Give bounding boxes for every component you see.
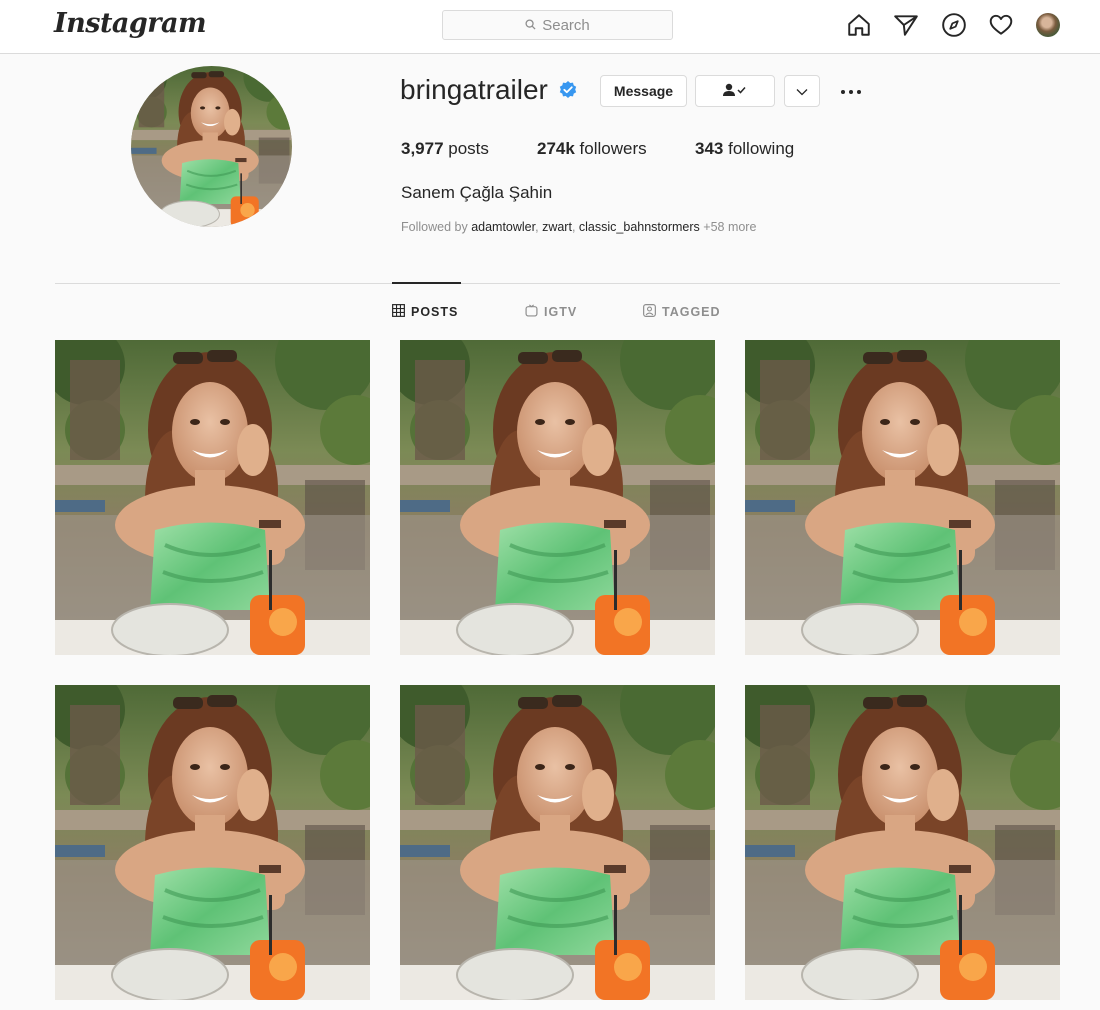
explore-icon[interactable] [941, 12, 967, 38]
followed-by-more[interactable]: +58 more [700, 220, 756, 234]
tab-igtv[interactable]: IGTV [525, 304, 577, 320]
top-navigation-bar: Instagram Search [0, 0, 1100, 54]
search-placeholder: Search [542, 16, 590, 34]
followed-by-account[interactable]: adamtowler [471, 220, 535, 234]
more-horizontal-icon[interactable] [838, 82, 864, 102]
profile-picture[interactable] [131, 66, 292, 227]
following-label: following [723, 139, 795, 158]
person-check-icon [722, 83, 748, 100]
post-thumbnail[interactable] [400, 685, 715, 1000]
igtv-icon [525, 304, 538, 320]
home-icon[interactable] [846, 12, 872, 38]
tab-posts[interactable]: POSTS [392, 304, 458, 320]
message-button[interactable]: Message [600, 75, 687, 107]
tab-posts-label: POSTS [411, 305, 459, 319]
following-count: 343 [695, 139, 724, 158]
verified-badge-icon [558, 80, 578, 100]
tab-tagged-label: TAGGED [662, 305, 721, 319]
tabs-divider [55, 283, 1060, 284]
activity-heart-icon[interactable] [988, 12, 1014, 38]
profile-avatar[interactable] [1036, 13, 1060, 37]
followed-by-prefix: Followed by [401, 220, 472, 234]
suggested-accounts-dropdown-button[interactable] [784, 75, 820, 107]
followers-stat-link[interactable]: 274k followers [537, 139, 647, 159]
search-icon [525, 17, 536, 34]
followers-label: followers [574, 139, 647, 158]
chevron-down-icon [796, 83, 808, 99]
post-thumbnail[interactable] [745, 340, 1060, 655]
posts-count: 3,977 [401, 139, 444, 158]
followed-by-line[interactable]: Followed by adamtowler, zwart, classic_b… [401, 220, 756, 234]
direct-icon[interactable] [893, 12, 919, 38]
search-input[interactable]: Search [442, 10, 673, 40]
following-button[interactable] [695, 75, 775, 107]
profile-username: bringatrailer [400, 74, 548, 105]
following-stat-link[interactable]: 343 following [695, 139, 794, 159]
post-thumbnail[interactable] [400, 340, 715, 655]
post-thumbnail[interactable] [55, 685, 370, 1000]
tab-igtv-label: IGTV [544, 305, 578, 319]
tab-tagged[interactable]: TAGGED [643, 304, 721, 320]
tagged-icon [643, 304, 656, 320]
instagram-logo[interactable]: Instagram [54, 8, 207, 39]
followed-by-account[interactable]: classic_bahnstormers [579, 220, 700, 234]
post-thumbnail[interactable] [745, 685, 1060, 1000]
posts-label: posts [443, 139, 489, 158]
active-tab-indicator [392, 282, 461, 284]
posts-count-stat: 3,977 posts [401, 139, 489, 159]
followers-count: 274k [537, 139, 575, 158]
grid-icon [392, 304, 405, 320]
post-thumbnail[interactable] [55, 340, 370, 655]
profile-full-name: Sanem Çağla Şahin [401, 183, 553, 202]
followed-by-account[interactable]: zwart [542, 220, 572, 234]
separator: , [571, 220, 579, 234]
